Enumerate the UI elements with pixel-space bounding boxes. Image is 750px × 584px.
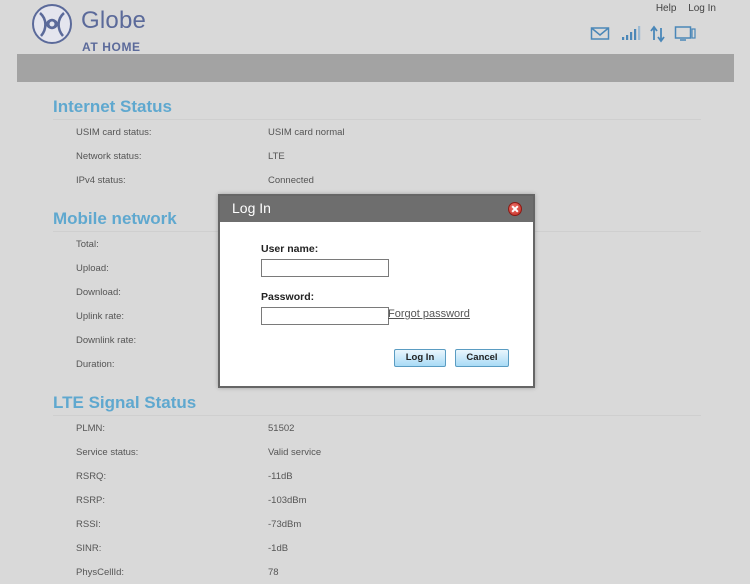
lte-signal-section: LTE Signal Status PLMN: 51502 Service st… [53, 392, 701, 584]
row-label: PLMN: [76, 423, 106, 434]
row-value: -73dBm [268, 519, 302, 530]
row-value: LTE [268, 151, 285, 162]
row-value: 78 [268, 567, 279, 578]
connected-device-icon[interactable] [674, 25, 696, 43]
password-label: Password: [261, 291, 315, 303]
row-label: RSSI: [76, 519, 101, 530]
row-label: Downlink rate: [76, 335, 137, 346]
status-row: PLMN: 51502 [53, 416, 701, 440]
brand-name: Globe [81, 7, 147, 34]
status-row: IPv4 status: Connected [53, 168, 701, 192]
row-value: USIM card normal [268, 127, 345, 138]
row-value: -11dB [268, 471, 293, 482]
login-dialog: Log In User name: Password: Forgot passw… [218, 194, 535, 388]
header: Globe AT HOME Help Log In [0, 0, 750, 54]
row-value: Valid service [268, 447, 322, 458]
row-label: SINR: [76, 543, 102, 554]
globe-logo-icon [32, 4, 72, 44]
help-link[interactable]: Help [656, 3, 677, 14]
row-label: PhysCellId: [76, 567, 125, 578]
lte-signal-title: LTE Signal Status [53, 392, 701, 416]
row-value: -1dB [268, 543, 289, 554]
row-label: USIM card status: [76, 127, 152, 138]
top-links: Help Log In [647, 3, 716, 14]
row-value: 51502 [268, 423, 295, 434]
internet-status-section: Internet Status USIM card status: USIM c… [53, 96, 701, 192]
internet-status-title: Internet Status [53, 96, 701, 120]
data-transfer-icon [650, 25, 666, 43]
header-banner [17, 54, 734, 82]
signal-strength-icon [621, 25, 641, 43]
dialog-title: Log In [232, 200, 271, 216]
row-label: Uplink rate: [76, 311, 125, 322]
status-row: RSRP: -103dBm [53, 488, 701, 512]
close-icon[interactable] [508, 202, 522, 216]
forgot-password-link[interactable]: Forgot password [388, 308, 470, 320]
row-label: Download: [76, 287, 121, 298]
row-value: Connected [268, 175, 314, 186]
login-link[interactable]: Log In [688, 3, 716, 14]
row-label: Upload: [76, 263, 109, 274]
row-label: Duration: [76, 359, 115, 370]
status-row: RSRQ: -11dB [53, 464, 701, 488]
status-row: Service status: Valid service [53, 440, 701, 464]
username-field[interactable] [261, 259, 389, 277]
mail-icon[interactable] [590, 25, 610, 43]
status-row: Network status: LTE [53, 144, 701, 168]
login-button[interactable]: Log In [394, 349, 446, 367]
status-row: PhysCellId: 78 [53, 560, 701, 584]
row-label: RSRQ: [76, 471, 107, 482]
password-field[interactable] [261, 307, 389, 325]
dialog-titlebar[interactable]: Log In [220, 196, 533, 222]
row-value: -103dBm [268, 495, 307, 506]
brand-subtitle: AT HOME [82, 40, 141, 54]
row-label: IPv4 status: [76, 175, 126, 186]
row-label: Network status: [76, 151, 142, 162]
status-row: USIM card status: USIM card normal [53, 120, 701, 144]
row-label: Total: [76, 239, 99, 250]
username-label: User name: [261, 243, 319, 255]
row-label: Service status: [76, 447, 139, 458]
cancel-button[interactable]: Cancel [455, 349, 509, 367]
row-label: RSRP: [76, 495, 106, 506]
status-row: SINR: -1dB [53, 536, 701, 560]
status-row: RSSI: -73dBm [53, 512, 701, 536]
